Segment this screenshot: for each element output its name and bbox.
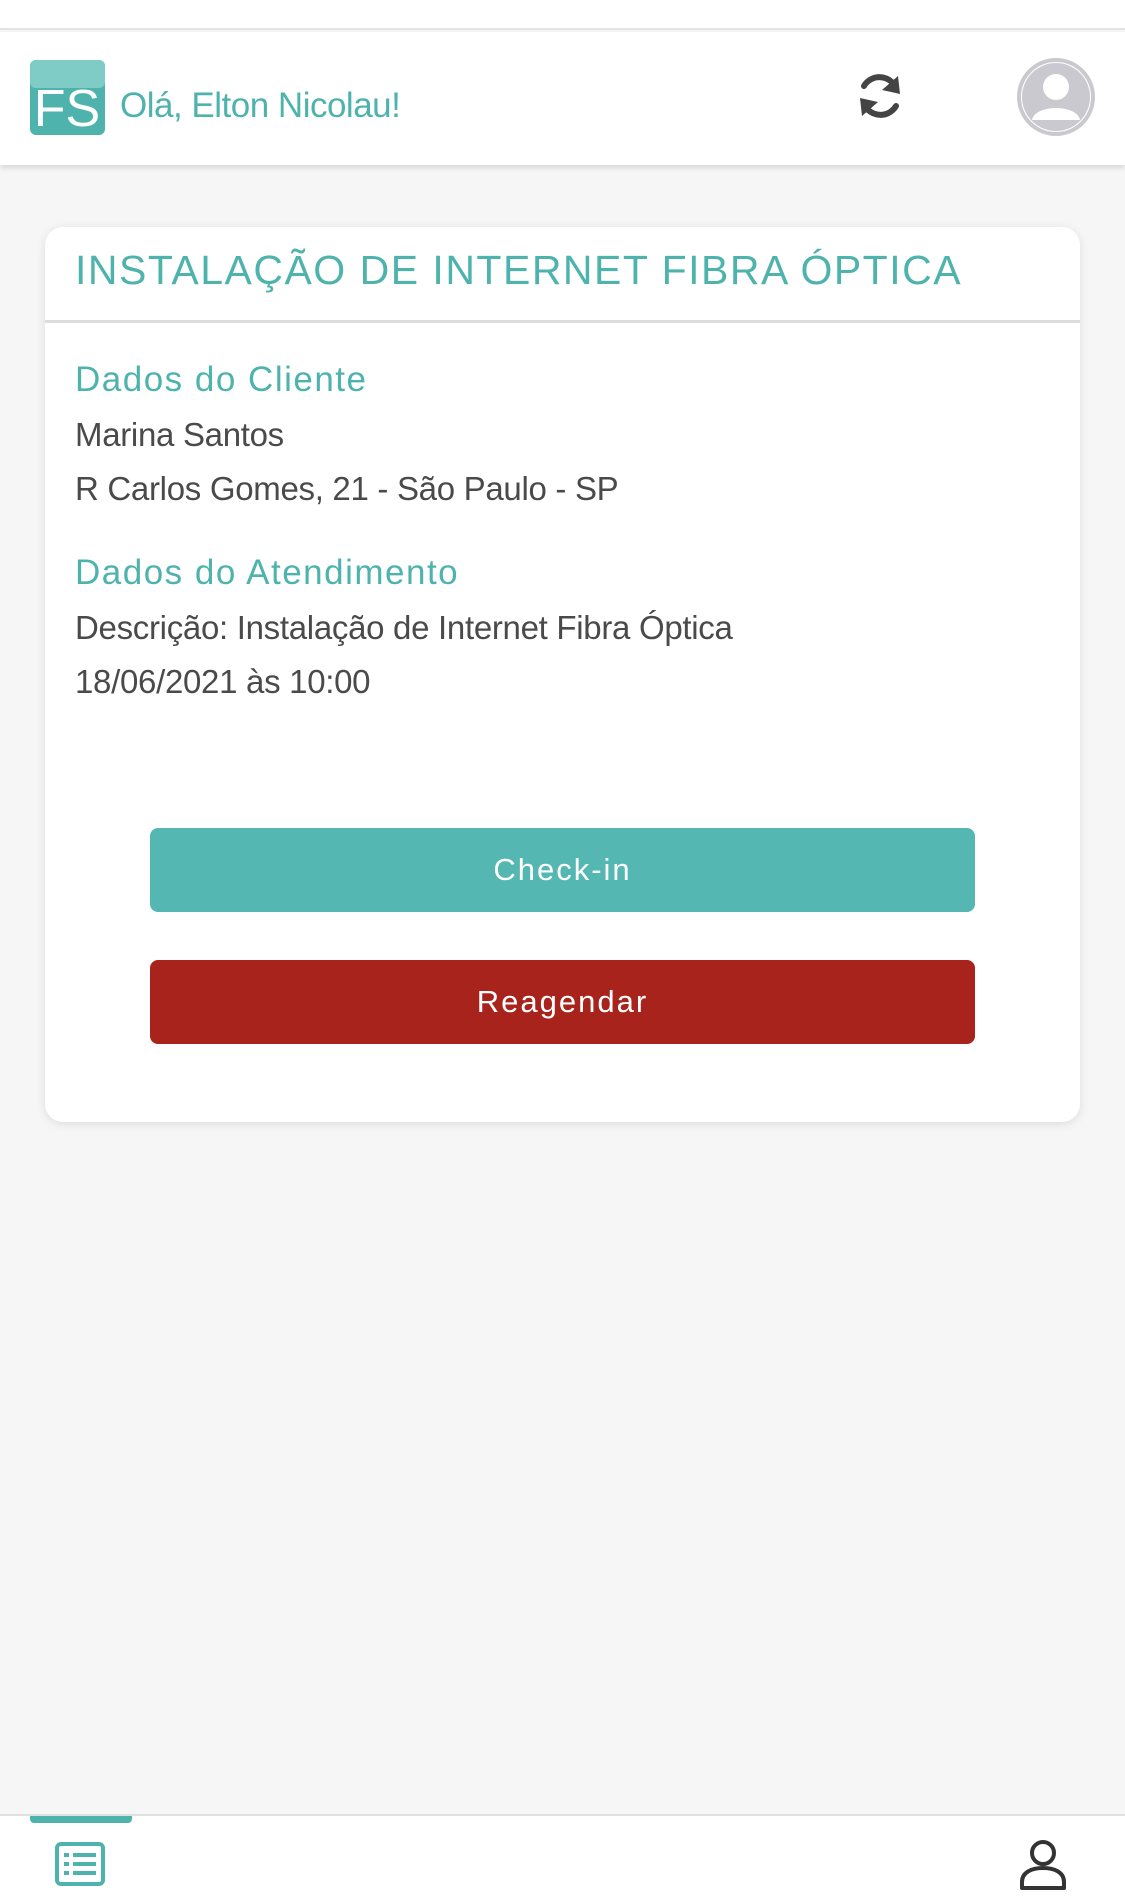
- app-header: FS Olá, Elton Nicolau!: [0, 32, 1125, 165]
- service-description: Descrição: Instalação de Internet Fibra …: [75, 609, 733, 646]
- refresh-icon[interactable]: [852, 68, 908, 124]
- app-logo: FS: [30, 60, 105, 135]
- status-bar: [0, 0, 1125, 30]
- list-icon[interactable]: [55, 1840, 105, 1888]
- reschedule-button[interactable]: Reagendar: [150, 960, 975, 1044]
- profile-icon[interactable]: [1018, 1838, 1068, 1890]
- active-tab-indicator: [30, 1816, 132, 1823]
- client-name: Marina Santos: [75, 416, 284, 453]
- svg-text:FS: FS: [34, 80, 100, 135]
- card-divider: [45, 320, 1080, 323]
- client-address: R Carlos Gomes, 21 - São Paulo - SP: [75, 470, 619, 507]
- card-title: INSTALAÇÃO DE INTERNET FIBRA ÓPTICA: [75, 247, 963, 293]
- service-order-card: INSTALAÇÃO DE INTERNET FIBRA ÓPTICA Dado…: [45, 227, 1080, 1122]
- greeting-text: Olá, Elton Nicolau!: [120, 86, 401, 125]
- bottom-navigation: [0, 1814, 1125, 1904]
- service-datetime: 18/06/2021 às 10:00: [75, 663, 371, 700]
- checkin-button[interactable]: Check-in: [150, 828, 975, 912]
- service-section-heading: Dados do Atendimento: [75, 553, 460, 592]
- user-avatar-icon[interactable]: [1017, 58, 1095, 136]
- client-section-heading: Dados do Cliente: [75, 360, 368, 399]
